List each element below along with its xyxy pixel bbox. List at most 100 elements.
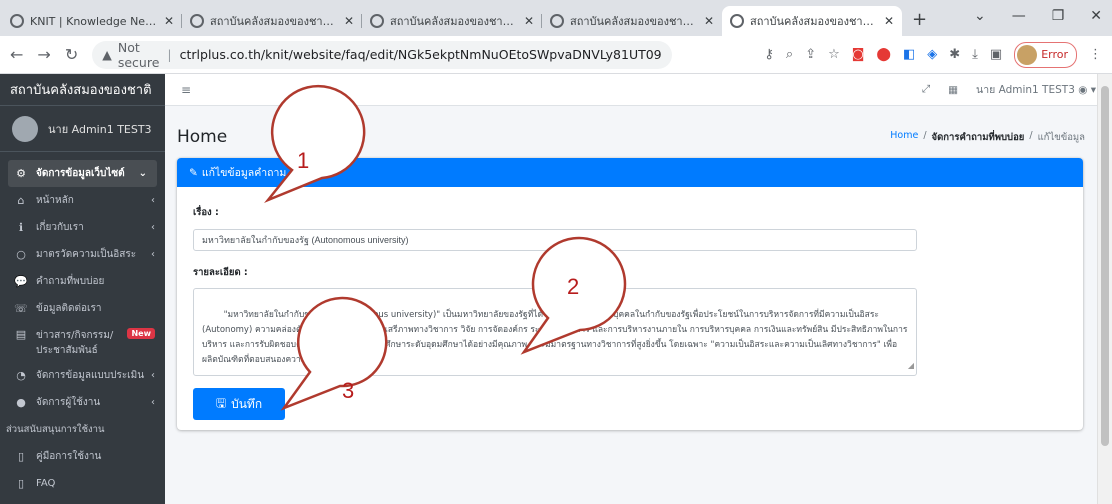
sidebar-item-contact[interactable]: ☏ ข้อมูลติดต่อเรา: [0, 295, 165, 322]
browser-tab[interactable]: KNIT | Knowledge Network In ✕: [2, 6, 182, 36]
profile-error-button[interactable]: Error: [1014, 41, 1077, 68]
chevron-left-icon: ‹: [151, 222, 155, 233]
url-text: ctrlplus.co.th/knit/website/faq/edit/NGk…: [179, 47, 662, 62]
tab-search-icon[interactable]: ⌄: [974, 8, 986, 24]
diamond-extension-icon[interactable]: ◈: [927, 47, 937, 62]
tab-close-icon[interactable]: ✕: [164, 14, 174, 28]
sidebar-menu: ⚙ จัดการข้อมูลเว็บไซต์ ⌄ ⌂ หน้าหลัก ‹ ℹ …: [0, 152, 165, 497]
cogs-icon: ⚙: [16, 167, 26, 180]
sidepanel-icon[interactable]: ▣: [990, 47, 1002, 62]
tab-close-icon[interactable]: ✕: [884, 14, 894, 28]
sidebar-item-label: จัดการข้อมูลแบบประเมิน: [36, 370, 145, 381]
sidebar-item-label: จัดการข้อมูลเว็บไซต์: [36, 168, 125, 179]
sidebar-item-label: ข่าวสาร/กิจกรรม/ ประชาสัมพันธ์: [36, 330, 114, 356]
security-label: Not secure: [117, 39, 160, 70]
sidebar-item-manual[interactable]: ▯ คู่มือการใช้งาน: [0, 443, 165, 470]
tab-close-icon[interactable]: ✕: [344, 14, 354, 28]
url-separator: |: [167, 47, 172, 62]
close-window-icon[interactable]: ✕: [1090, 8, 1102, 24]
subject-label: เรื่อง :: [193, 207, 219, 218]
tab-title: สถาบันคลังสมองของชาติ PHP Cl: [570, 15, 698, 28]
chevron-left-icon: ‹: [151, 370, 155, 381]
save-button[interactable]: 🖫 บันทึก: [193, 388, 285, 420]
sidebar-item-label: จัดการผู้ใช้งาน: [36, 397, 101, 408]
fullscreen-icon[interactable]: ⤢: [922, 83, 930, 96]
grid-apps-icon[interactable]: ▦: [948, 84, 958, 96]
browser-tab[interactable]: สถาบันคลังสมองของชาติ PHP Cl ✕: [362, 6, 542, 36]
breadcrumb-home[interactable]: Home: [890, 130, 918, 145]
card-body: เรื่อง : รายละเอียด : "มหาวิทยาลัยในกำกั…: [177, 187, 1083, 432]
new-tab-button[interactable]: +: [912, 9, 927, 30]
tab-close-icon[interactable]: ✕: [704, 14, 714, 28]
key-icon[interactable]: ⚷: [764, 47, 774, 62]
sidebar-item-website-data[interactable]: ⚙ จัดการข้อมูลเว็บไซต์ ⌄: [8, 160, 157, 187]
phone-icon: ☏: [14, 302, 28, 315]
sidebar-user-panel[interactable]: นาย Admin1 TEST3: [0, 106, 165, 152]
url-field[interactable]: ▲ Not secure | ctrlplus.co.th/knit/websi…: [92, 39, 672, 70]
chevron-left-icon: ‹: [151, 397, 155, 408]
zoom-icon[interactable]: ⌕: [786, 47, 793, 62]
sidebar-item-news[interactable]: ▤ ข่าวสาร/กิจกรรม/ ประชาสัมพันธ์ New: [0, 322, 165, 362]
sidebar-item-label: เกี่ยวกับเรา: [36, 222, 84, 233]
chevron-down-icon: ⌄: [138, 168, 147, 179]
sidebar-brand[interactable]: สถาบันคลังสมองของชาติ: [0, 74, 165, 106]
file-icon: ▯: [17, 450, 25, 463]
tab-title: สถาบันคลังสมองของชาติ PHP Cl: [750, 15, 878, 28]
sidebar-item-home[interactable]: ⌂ หน้าหลัก ‹: [0, 187, 165, 214]
sidebar-item-autonomy-gauge[interactable]: ○ มาตรวัดความเป็นอิสระ ‹: [0, 241, 165, 268]
content-header: Home Home / จัดการคำถามที่พบบ่อย / แก้ไข…: [165, 106, 1097, 154]
breadcrumb-current: แก้ไขข้อมูล: [1037, 131, 1085, 143]
reload-icon[interactable]: ↻: [65, 45, 78, 64]
breadcrumb-separator: /: [923, 129, 927, 141]
scrollbar-thumb[interactable]: [1101, 86, 1109, 446]
download-icon[interactable]: ⤓: [972, 47, 978, 62]
profile-avatar: [1017, 44, 1038, 65]
restore-icon[interactable]: ❐: [1052, 8, 1065, 24]
user-dropdown[interactable]: นาย Admin1 TEST3 ◉ ▾: [976, 81, 1096, 98]
tab-title: สถาบันคลังสมองของชาติ PHP Cl: [210, 15, 338, 28]
extension-red-icon[interactable]: ◙: [852, 47, 865, 62]
subject-input[interactable]: [193, 229, 917, 251]
browser-menu-icon[interactable]: ⋮: [1089, 47, 1102, 62]
translate-extension-icon[interactable]: ◧: [903, 47, 915, 62]
minimize-icon[interactable]: —: [1012, 8, 1026, 24]
floppy-disk-icon: 🖫: [215, 395, 227, 410]
sidebar-item-label: คู่มือการใช้งาน: [36, 451, 102, 462]
sidebar-item-label: หน้าหลัก: [36, 195, 74, 206]
sidebar-item-faq[interactable]: 💬 คำถามที่พบบ่อย: [0, 268, 165, 295]
extensions-puzzle-icon[interactable]: ✱: [949, 47, 960, 62]
detail-label: รายละเอียด :: [193, 267, 248, 278]
browser-tab-bar: KNIT | Knowledge Network In ✕ สถาบันคลัง…: [0, 0, 1112, 36]
edit-card: ✎ แก้ไขข้อมูลคำถาม เรื่อง : รายละเอียด :…: [177, 158, 1083, 430]
sidebar-item-about[interactable]: ℹ เกี่ยวกับเรา ‹: [0, 214, 165, 241]
forward-icon[interactable]: →: [37, 45, 50, 64]
top-navbar: ≡ ⤢ ▦ นาย Admin1 TEST3 ◉ ▾: [165, 74, 1112, 106]
resize-handle-icon[interactable]: ◢: [908, 358, 914, 373]
browser-tab-active[interactable]: สถาบันคลังสมองของชาติ PHP Cl ✕: [722, 6, 902, 36]
page-scrollbar[interactable]: [1097, 74, 1112, 504]
bookmark-star-icon[interactable]: ☆: [828, 47, 840, 62]
hamburger-menu-icon[interactable]: ≡: [181, 83, 191, 97]
tab-close-icon[interactable]: ✕: [524, 14, 534, 28]
sidebar-item-label: FAQ: [36, 478, 56, 489]
browser-tab[interactable]: สถาบันคลังสมองของชาติ PHP Cl ✕: [182, 6, 362, 36]
detail-textarea[interactable]: "มหาวิทยาลัยในกำกับของรัฐ (Autonomous un…: [193, 288, 917, 376]
sidebar-item-users[interactable]: ● จัดการผู้ใช้งาน ‹: [0, 389, 165, 416]
back-icon[interactable]: ←: [10, 45, 23, 64]
avatar: [12, 115, 38, 142]
opera-extension-icon[interactable]: ⬤: [876, 47, 891, 62]
circle-icon: ○: [16, 248, 26, 261]
user-circle-icon: ◉ ▾: [1078, 84, 1096, 96]
sidebar-item-assessment[interactable]: ◔ จัดการข้อมูลแบบประเมิน ‹: [0, 362, 165, 389]
breadcrumb-section[interactable]: จัดการคำถามที่พบบ่อย: [932, 130, 1025, 145]
sidebar-section-header: ส่วนสนับสนุนการใช้งาน: [6, 424, 105, 435]
dashboard-icon: ◔: [16, 369, 26, 382]
browser-tab[interactable]: สถาบันคลังสมองของชาติ PHP Cl ✕: [542, 6, 722, 36]
navbar-right: ⤢ ▦ นาย Admin1 TEST3 ◉ ▾: [922, 81, 1096, 98]
tab-favicon-icon: [370, 14, 384, 28]
tab-favicon-icon: [550, 14, 564, 28]
new-badge: New: [127, 328, 155, 339]
save-button-label: บันทึก: [231, 396, 263, 411]
sidebar-item-faq-doc[interactable]: ▯ FAQ: [0, 470, 165, 497]
share-icon[interactable]: ⇪: [805, 47, 816, 62]
